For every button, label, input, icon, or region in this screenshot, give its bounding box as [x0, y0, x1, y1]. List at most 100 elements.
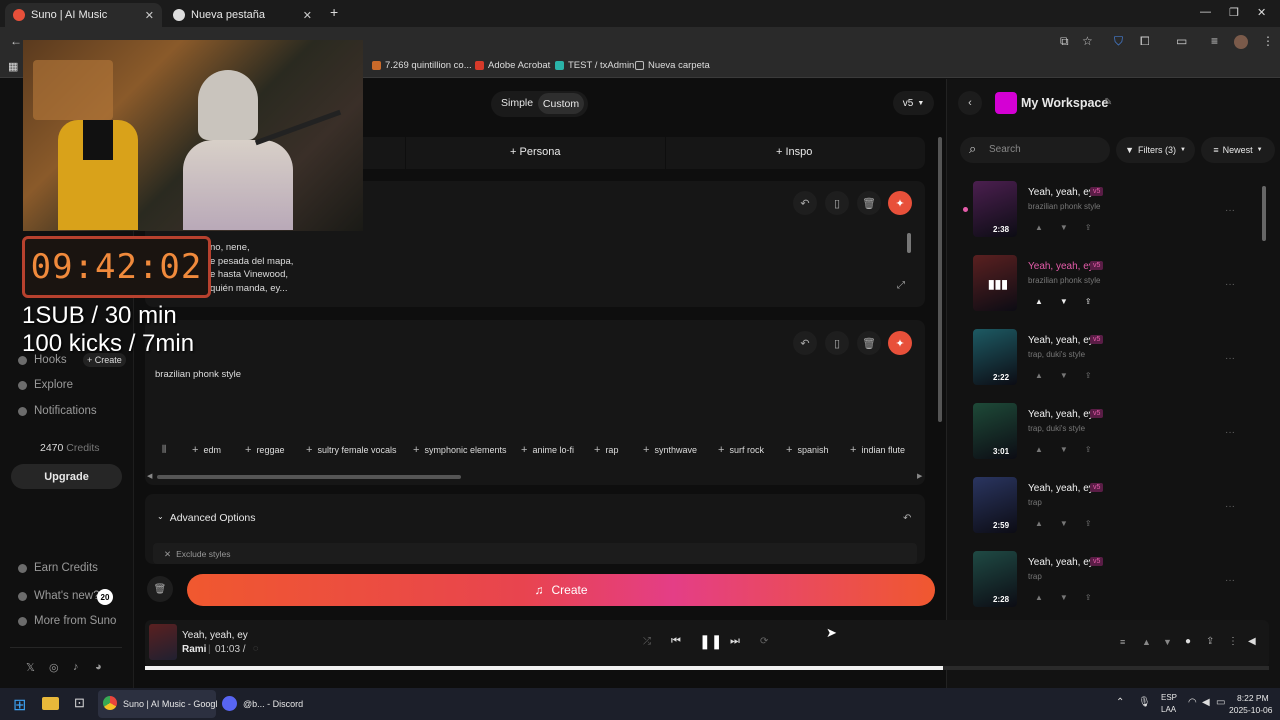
- song-actions[interactable]: ▲▼⇪: [1035, 445, 1109, 454]
- scroll-thumb[interactable]: [938, 137, 942, 422]
- apps-icon[interactable]: ▦: [8, 60, 18, 73]
- battery-icon[interactable]: ▭: [1216, 697, 1225, 708]
- reset-icon[interactable]: ↶: [903, 513, 911, 524]
- style-chip[interactable]: + synthwave: [643, 441, 697, 458]
- tab-new[interactable]: Nueva pestaña ✕: [165, 3, 320, 27]
- style-chip[interactable]: + sultry female vocals: [306, 441, 396, 458]
- song-title[interactable]: Yeah, yeah, ey: [1028, 335, 1094, 346]
- mode-custom-button[interactable]: Custom: [538, 93, 584, 114]
- style-chip[interactable]: + edm: [192, 441, 221, 458]
- volume-tray-icon[interactable]: ◀: [1202, 697, 1210, 708]
- undo-icon[interactable]: ↶: [793, 331, 817, 355]
- file-explorer-icon[interactable]: [42, 697, 59, 710]
- search-input[interactable]: [960, 137, 1110, 163]
- persona-button[interactable]: + Persona: [510, 146, 560, 158]
- magic-wand-icon[interactable]: ✦: [888, 191, 912, 215]
- scroll-thumb[interactable]: [157, 475, 461, 479]
- tab-suno[interactable]: Suno | AI Music ✕: [5, 3, 162, 27]
- media-icon[interactable]: ≡: [1211, 34, 1218, 48]
- create-button[interactable]: ♫ Create: [187, 574, 935, 606]
- tiktok-icon[interactable]: ♪: [73, 661, 79, 673]
- song-item[interactable]: 3:01 Yeah, yeah, ey v5 trap, duki's style ▲▼…: [973, 403, 1263, 461]
- progress-track[interactable]: [145, 666, 1269, 670]
- thumbs-down-icon[interactable]: ▼: [1163, 637, 1172, 647]
- sidebar-item-whats-new[interactable]: What's new?: [18, 590, 99, 602]
- style-chip[interactable]: + anime lo-fi: [521, 441, 574, 458]
- style-chip[interactable]: + reggae: [245, 441, 284, 458]
- song-item[interactable]: ▮▮▮ Yeah, yeah, ey v5 brazilian phonk style…: [973, 255, 1263, 313]
- close-icon[interactable]: ✕: [303, 9, 312, 22]
- clear-button[interactable]: 🗑: [147, 576, 173, 602]
- expand-icon[interactable]: ⤢: [897, 280, 905, 291]
- style-chip[interactable]: + rap: [594, 441, 618, 458]
- song-title[interactable]: Yeah, yeah, ey: [1028, 409, 1094, 420]
- player-artist[interactable]: Rami: [182, 644, 206, 655]
- magic-wand-icon[interactable]: ✦: [888, 331, 912, 355]
- new-tab-icon[interactable]: +: [330, 4, 338, 20]
- more-icon[interactable]: ···: [1225, 575, 1235, 586]
- back-icon[interactable]: ←: [10, 34, 22, 48]
- clock-date[interactable]: 2025-10-06: [1229, 705, 1272, 715]
- style-chip[interactable]: + spanish: [786, 441, 828, 458]
- trash-icon[interactable]: 🗑: [857, 191, 881, 215]
- bookmark-item[interactable]: TEST / txAdmin: [555, 60, 634, 71]
- song-actions[interactable]: ▲▼⇪: [1035, 519, 1109, 528]
- bookmark-icon[interactable]: ▯: [825, 331, 849, 355]
- shield-icon[interactable]: ⛉: [1114, 34, 1123, 49]
- volume-icon[interactable]: ◀: [1248, 636, 1256, 647]
- avatar[interactable]: [1234, 35, 1248, 49]
- scroll-left-icon[interactable]: ◀: [147, 472, 152, 480]
- song-title[interactable]: Yeah, yeah, ey: [1028, 557, 1094, 568]
- style-chip[interactable]: + surf rock: [718, 441, 764, 458]
- song-title[interactable]: Yeah, yeah, ey: [1028, 261, 1094, 272]
- song-actions[interactable]: ▲▼⇪: [1035, 297, 1109, 306]
- sort-button[interactable]: ≡ Newest ▼: [1201, 137, 1275, 163]
- x-icon[interactable]: 𝕏: [26, 661, 35, 674]
- star-icon[interactable]: ☆: [1082, 34, 1093, 48]
- more-options-icon[interactable]: ⋮: [1228, 636, 1238, 647]
- sidebar-item-earn-credits[interactable]: Earn Credits: [18, 562, 98, 574]
- styles-input[interactable]: brazilian phonk style: [155, 369, 241, 380]
- advanced-options-toggle[interactable]: ⌄ Advanced Options: [157, 512, 256, 524]
- discord-icon[interactable]: ◕: [95, 661, 102, 673]
- mode-simple-button[interactable]: Simple: [501, 97, 533, 109]
- app-icon[interactable]: ⊡: [74, 695, 85, 711]
- filters-button[interactable]: ▼ Filters (3) ▼: [1116, 137, 1195, 163]
- song-title[interactable]: Yeah, yeah, ey: [1028, 483, 1094, 494]
- workspace-scrollbar[interactable]: [1260, 176, 1268, 616]
- player-cover[interactable]: [149, 624, 177, 660]
- scroll-thumb[interactable]: [1262, 186, 1266, 241]
- windows-start-icon[interactable]: ⊞: [13, 695, 26, 715]
- lyrics-scrollbar[interactable]: [907, 233, 911, 253]
- mic-icon[interactable]: 🎙: [1138, 697, 1151, 708]
- share-icon[interactable]: ⇪: [1206, 636, 1214, 647]
- lyrics-text[interactable]: no, nene, e pesada del mapa, e hasta Vin…: [210, 241, 293, 295]
- bookmark-item[interactable]: 7.269 quintillion co...: [372, 60, 472, 71]
- style-chip[interactable]: + indian flute: [850, 441, 905, 458]
- repeat-icon[interactable]: ⟳: [760, 636, 768, 647]
- version-select[interactable]: v5 ▼: [893, 91, 934, 115]
- lang-code[interactable]: ESP: [1161, 693, 1177, 702]
- sidepanel-icon[interactable]: ▭: [1176, 34, 1187, 48]
- song-item[interactable]: 2:59 Yeah, yeah, ey v5 trap ▲▼⇪ ···: [973, 477, 1263, 535]
- player-title[interactable]: Yeah, yeah, ey: [182, 630, 248, 641]
- song-item[interactable]: 2:38 Yeah, yeah, ey v5 brazilian phonk styl…: [973, 181, 1263, 239]
- bookmark-item[interactable]: Nueva carpeta: [635, 60, 710, 71]
- more-icon[interactable]: ···: [1225, 205, 1235, 216]
- next-icon[interactable]: ⏭: [730, 635, 740, 648]
- chips-scrollbar[interactable]: ◀ ▶: [147, 472, 927, 480]
- exclude-styles-field[interactable]: [153, 543, 917, 564]
- song-item[interactable]: 2:22 Yeah, yeah, ey v5 trap, duki's style ▲▼…: [973, 329, 1263, 387]
- song-actions[interactable]: ▲▼⇪: [1035, 371, 1109, 380]
- edit-icon[interactable]: ✎: [1104, 97, 1112, 108]
- song-item[interactable]: 2:28 Yeah, yeah, ey v5 trap ▲▼⇪ ···: [973, 551, 1263, 609]
- undo-icon[interactable]: ↶: [793, 191, 817, 215]
- more-icon[interactable]: ···: [1225, 501, 1235, 512]
- bookmark-item[interactable]: Adobe Acrobat: [475, 60, 550, 71]
- song-actions[interactable]: ▲▼⇪: [1035, 223, 1109, 232]
- maximize-icon[interactable]: ❐: [1229, 6, 1239, 19]
- previous-icon[interactable]: ⏮: [671, 635, 681, 648]
- sidebar-item-notifications[interactable]: Notifications: [18, 405, 97, 417]
- translate-icon[interactable]: ⧉: [1060, 34, 1069, 49]
- song-title[interactable]: Yeah, yeah, ey: [1028, 187, 1094, 198]
